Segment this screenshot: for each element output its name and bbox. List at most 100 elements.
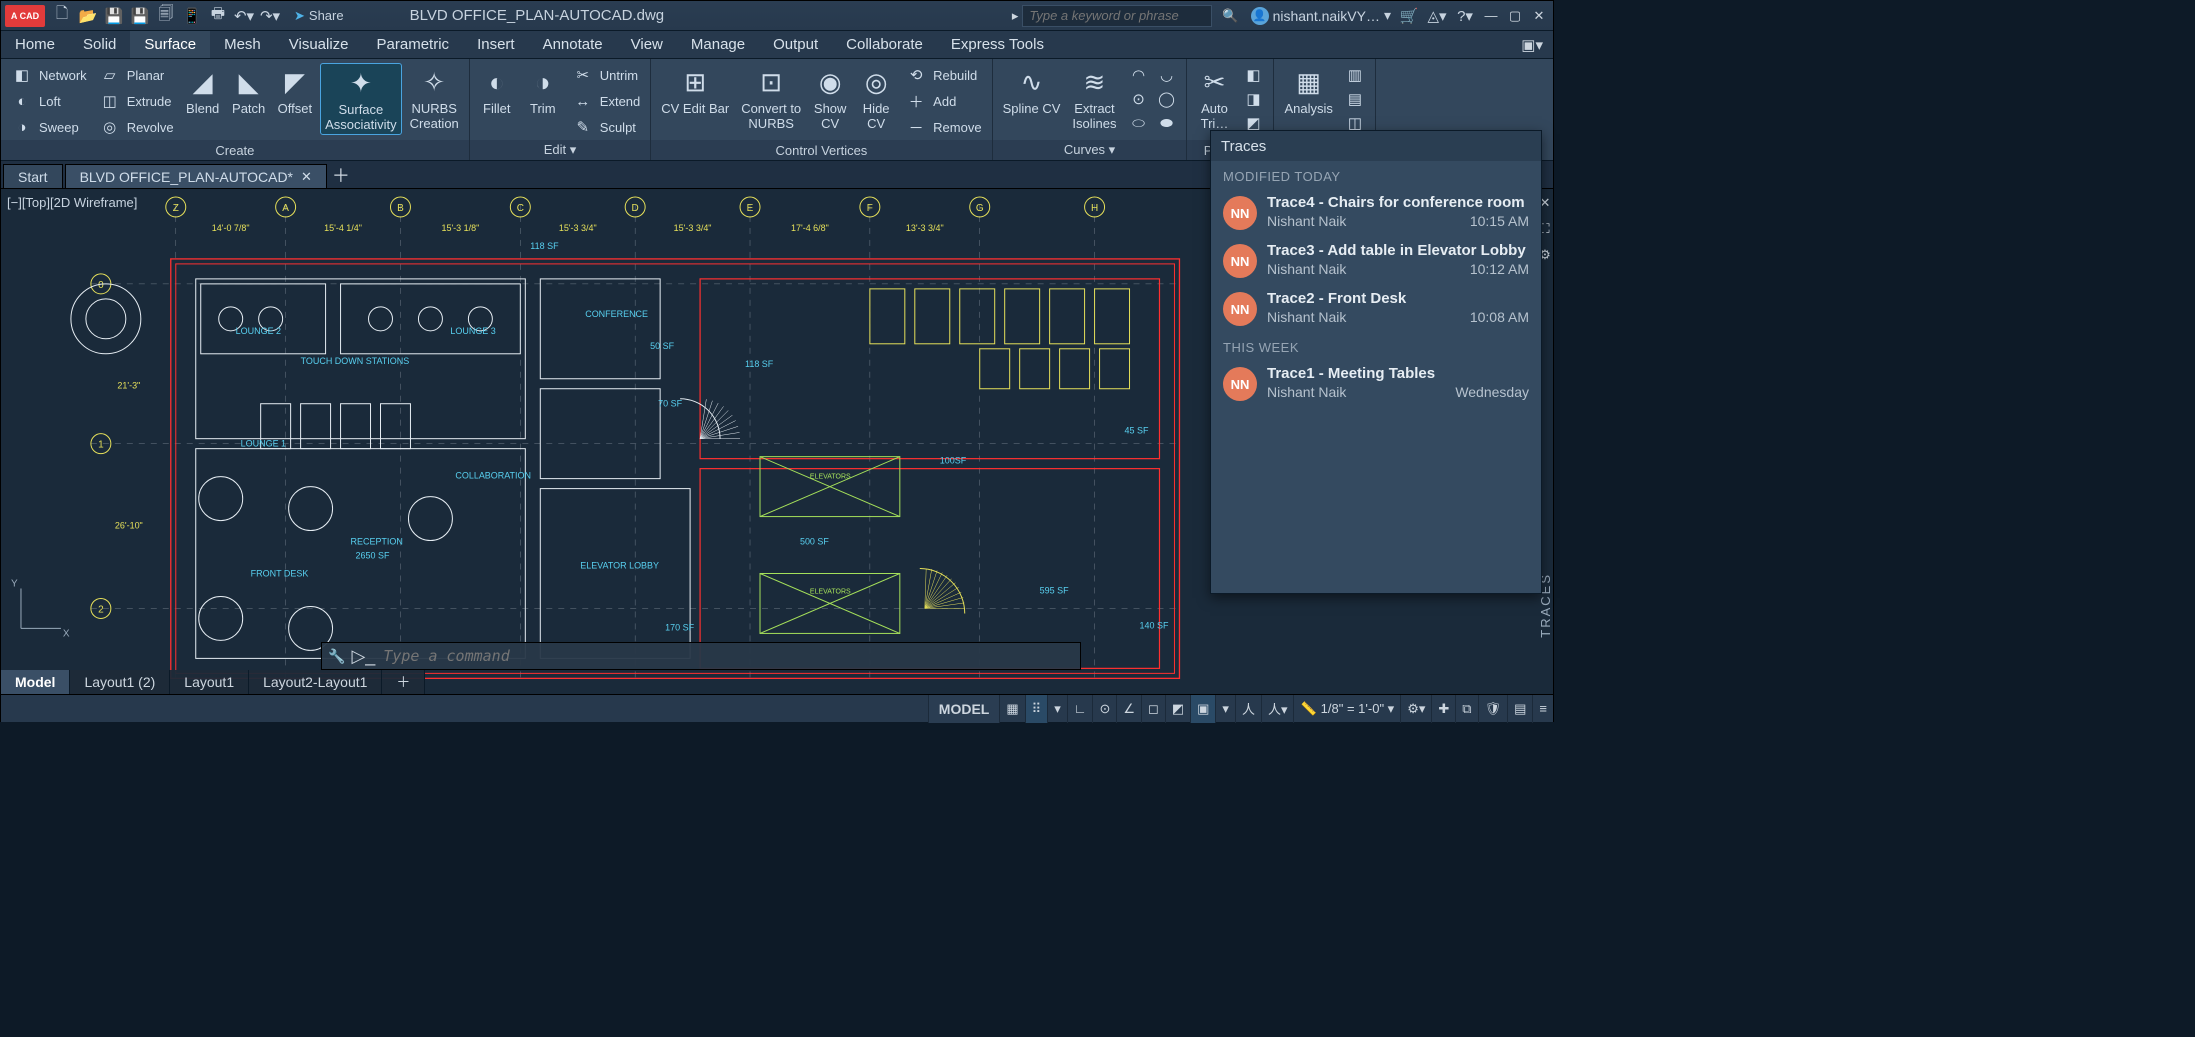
ribbon-surface[interactable]: ✦Surface Associativity	[320, 63, 402, 135]
menu-tab-view[interactable]: View	[617, 31, 677, 58]
undo-icon[interactable]: ↶▾	[232, 4, 256, 28]
proj-tool[interactable]: ◧	[1239, 63, 1267, 87]
curve-tool[interactable]: ◯	[1152, 87, 1180, 111]
ribbon-extract[interactable]: ≋Extract Isolines	[1068, 63, 1120, 133]
new-icon[interactable]: 🗋	[50, 4, 74, 28]
selection-icon[interactable]: ▣	[1190, 695, 1215, 723]
ribbon-remove[interactable]: －Remove	[901, 115, 985, 139]
dd2-icon[interactable]: ▾	[1215, 695, 1235, 723]
ribbon-convert to[interactable]: ⊡Convert to NURBS	[737, 63, 805, 133]
trace-item[interactable]: NN Trace3 - Add table in Elevator Lobby …	[1211, 236, 1541, 284]
add-layout-button[interactable]: ＋	[382, 670, 425, 694]
dd-icon[interactable]: ▾	[1047, 695, 1067, 723]
ribbon-patch[interactable]: ◣Patch	[228, 63, 270, 118]
ortho-icon[interactable]: ∟	[1067, 695, 1093, 723]
add-tab-button[interactable]: ＋	[327, 162, 355, 188]
ribbon-sweep[interactable]: ◑Sweep	[7, 115, 91, 139]
curve-tool[interactable]: ◡	[1152, 63, 1180, 87]
ribbon-untrim[interactable]: ✂Untrim	[568, 63, 644, 87]
ribbon-offset[interactable]: ◤Offset	[274, 63, 316, 118]
menu-tab-home[interactable]: Home	[1, 31, 69, 58]
customize-icon[interactable]: ▤	[1507, 695, 1532, 723]
redo-icon[interactable]: ↷▾	[258, 4, 282, 28]
featured-apps-icon[interactable]: ▣▾	[1521, 36, 1543, 54]
minimize-button[interactable]: —	[1481, 6, 1501, 26]
saveas-icon[interactable]: 🗐	[154, 4, 178, 28]
plus-icon[interactable]: ✚	[1431, 695, 1455, 723]
share-button[interactable]: ➤ Share	[288, 8, 350, 24]
angle-icon[interactable]: ∠	[1116, 695, 1141, 723]
menu-tab-mesh[interactable]: Mesh	[210, 31, 275, 58]
layout-tab[interactable]: Layout2-Layout1	[249, 670, 382, 694]
menu-tab-solid[interactable]: Solid	[69, 31, 130, 58]
ribbon-loft[interactable]: ◐Loft	[7, 89, 91, 113]
ribbon-extend[interactable]: ↔Extend	[568, 89, 644, 113]
help-icon[interactable]: ?▾	[1453, 4, 1477, 28]
menu-tab-surface[interactable]: Surface	[130, 31, 210, 58]
user-menu[interactable]: 👤 nishant.naikVY… ▾	[1251, 7, 1391, 25]
layout-tab[interactable]: Layout1 (2)	[70, 670, 170, 694]
start-tab[interactable]: Start	[3, 164, 63, 188]
ribbon-auto[interactable]: ✂Auto Tri…	[1193, 63, 1235, 133]
ribbon-extrude[interactable]: ◫Extrude	[95, 89, 178, 113]
ribbon-planar[interactable]: ▱Planar	[95, 63, 178, 87]
ribbon-blend[interactable]: ◢Blend	[182, 63, 224, 118]
ribbon-spline cv[interactable]: ∿Spline CV	[999, 63, 1065, 118]
layout-tab[interactable]: Layout1	[170, 670, 249, 694]
polar-icon[interactable]: ⊙	[1092, 695, 1116, 723]
trace-item[interactable]: NN Trace4 - Chairs for conference room N…	[1211, 188, 1541, 236]
ribbon-network[interactable]: ◧Network	[7, 63, 91, 87]
iso2-icon[interactable]: 人▾	[1261, 695, 1294, 723]
view-label[interactable]: [−][Top][2D Wireframe]	[7, 195, 137, 210]
curve-tool[interactable]: ⬭	[1124, 111, 1152, 135]
search-input[interactable]	[1022, 5, 1212, 27]
curve-tool[interactable]: ⊙	[1124, 87, 1152, 111]
modelspace-button[interactable]: MODEL	[928, 695, 1000, 723]
analysis-tool[interactable]: ▥	[1341, 63, 1369, 87]
menu-icon[interactable]: ≡	[1532, 695, 1553, 723]
wrench-icon[interactable]: 🔧	[328, 648, 345, 665]
scale-display[interactable]: 📏 1/8" = 1'-0" ▾	[1293, 695, 1400, 723]
ribbon-show[interactable]: ◉Show CV	[809, 63, 851, 133]
menu-tab-insert[interactable]: Insert	[463, 31, 529, 58]
curve-tool[interactable]: ◠	[1124, 63, 1152, 87]
osnap3d-icon[interactable]: ◩	[1165, 695, 1190, 723]
ribbon-cv edit bar[interactable]: ⊞CV Edit Bar	[657, 63, 733, 118]
web-mobile-icon[interactable]: 📱	[180, 4, 204, 28]
ribbon-sculpt[interactable]: ✎Sculpt	[568, 115, 644, 139]
menu-tab-visualize[interactable]: Visualize	[275, 31, 363, 58]
ribbon-rebuild[interactable]: ⟲Rebuild	[901, 63, 985, 87]
ribbon-add[interactable]: ＋Add	[901, 89, 985, 113]
grid-icon[interactable]: ▦	[999, 695, 1024, 723]
analysis-tool[interactable]: ▤	[1341, 87, 1369, 111]
grid-dense-icon[interactable]: ⠿	[1025, 695, 1048, 723]
search-icon[interactable]: 🔍	[1222, 8, 1238, 24]
menu-tab-output[interactable]: Output	[759, 31, 832, 58]
proj-tool[interactable]: ◨	[1239, 87, 1267, 111]
menu-tab-collaborate[interactable]: Collaborate	[832, 31, 937, 58]
osnap-icon[interactable]: ◻	[1141, 695, 1165, 723]
saveall-icon[interactable]: 💾	[128, 4, 152, 28]
curve-tool[interactable]: ⬬	[1152, 111, 1180, 135]
search-dd-icon[interactable]: ▸	[1012, 8, 1019, 24]
ribbon-trim[interactable]: ◑Trim	[522, 63, 564, 118]
app-logo[interactable]: A CAD	[5, 5, 45, 27]
trace-item[interactable]: NN Trace1 - Meeting Tables Nishant NaikW…	[1211, 359, 1541, 407]
close-tab-icon[interactable]: ✕	[301, 169, 312, 185]
gear-status-icon[interactable]: ⚙▾	[1400, 695, 1431, 723]
file-tab[interactable]: BLVD OFFICE_PLAN-AUTOCAD* ✕	[65, 164, 327, 188]
plot-icon[interactable]: 🖶	[206, 4, 230, 28]
menu-tab-annotate[interactable]: Annotate	[529, 31, 617, 58]
ribbon-fillet[interactable]: ◐Fillet	[476, 63, 518, 118]
menu-tab-manage[interactable]: Manage	[677, 31, 759, 58]
units-icon[interactable]: ⧉	[1455, 695, 1477, 723]
open-icon[interactable]: 📂	[76, 4, 100, 28]
command-line[interactable]: 🔧 ▷_	[321, 642, 1081, 670]
ribbon-revolve[interactable]: ◎Revolve	[95, 115, 178, 139]
command-input[interactable]	[381, 646, 1074, 666]
menu-tab-express tools[interactable]: Express Tools	[937, 31, 1058, 58]
autodesk-app-icon[interactable]: ◬▾	[1425, 4, 1449, 28]
cart-icon[interactable]: 🛒	[1397, 4, 1421, 28]
save-icon[interactable]: 💾	[102, 4, 126, 28]
menu-tab-parametric[interactable]: Parametric	[363, 31, 464, 58]
